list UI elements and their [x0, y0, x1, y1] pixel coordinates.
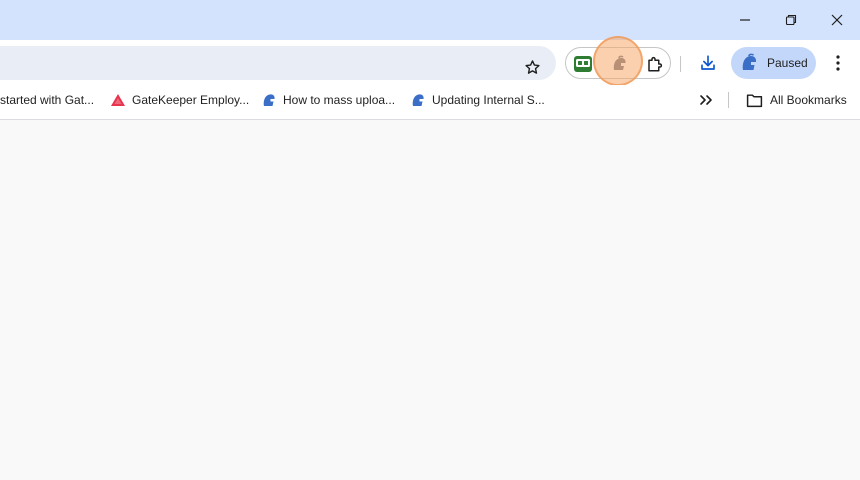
- bookmark-label: GateKeeper Employ...: [132, 93, 250, 107]
- title-bar: [0, 0, 860, 40]
- bookmark-label: How to mass uploa...: [283, 93, 396, 107]
- puzzle-extensions-icon: [648, 56, 663, 72]
- star-icon: [524, 59, 540, 74]
- bookmark-item[interactable]: GateKeeper Employ...: [110, 85, 249, 115]
- click-highlight: [593, 36, 643, 86]
- download-button[interactable]: [695, 50, 721, 76]
- double-chevron-icon: [700, 95, 712, 105]
- spartan-helmet-icon: [742, 53, 757, 70]
- profile-status-label: Paused: [767, 56, 808, 70]
- restore-button[interactable]: [768, 0, 814, 40]
- gatekeeper-green-extension-button[interactable]: [570, 51, 596, 77]
- restore-icon: [785, 14, 797, 26]
- all-bookmarks-label: All Bookmarks: [770, 93, 847, 107]
- bookmarks-separator: [728, 92, 729, 108]
- bookmarks-overflow-button[interactable]: [696, 92, 716, 108]
- toolbar-separator: [680, 56, 681, 72]
- bookmark-item[interactable]: started with Gat...: [0, 85, 94, 115]
- download-icon: [701, 55, 715, 70]
- close-icon: [831, 14, 843, 26]
- spartan-helmet-icon: [263, 94, 275, 106]
- address-bar[interactable]: [0, 46, 556, 80]
- close-window-button[interactable]: [814, 0, 860, 40]
- bookmark-star-button[interactable]: [520, 55, 544, 79]
- folder-icon: [746, 93, 763, 107]
- profile-button[interactable]: Paused: [731, 47, 816, 79]
- three-dots-icon: [836, 55, 840, 71]
- minimize-icon: [740, 19, 750, 21]
- gatekeeper-green-extension-icon: [574, 56, 592, 72]
- page-content: [0, 120, 860, 480]
- all-bookmarks-button[interactable]: All Bookmarks: [746, 85, 847, 115]
- red-triangle-icon: [111, 94, 125, 106]
- bookmark-item[interactable]: Updating Internal S...: [410, 85, 545, 115]
- bookmarks-bar: started with Gat... GateKeeper Employ...…: [0, 85, 860, 120]
- bookmark-label: started with Gat...: [0, 93, 95, 107]
- spartan-helmet-icon: [412, 94, 424, 106]
- minimize-button[interactable]: [722, 0, 768, 40]
- bookmark-label: Updating Internal S...: [432, 93, 545, 107]
- bookmark-item[interactable]: How to mass uploa...: [261, 85, 395, 115]
- browser-menu-button[interactable]: [828, 50, 848, 76]
- extensions-menu-button[interactable]: [642, 51, 668, 77]
